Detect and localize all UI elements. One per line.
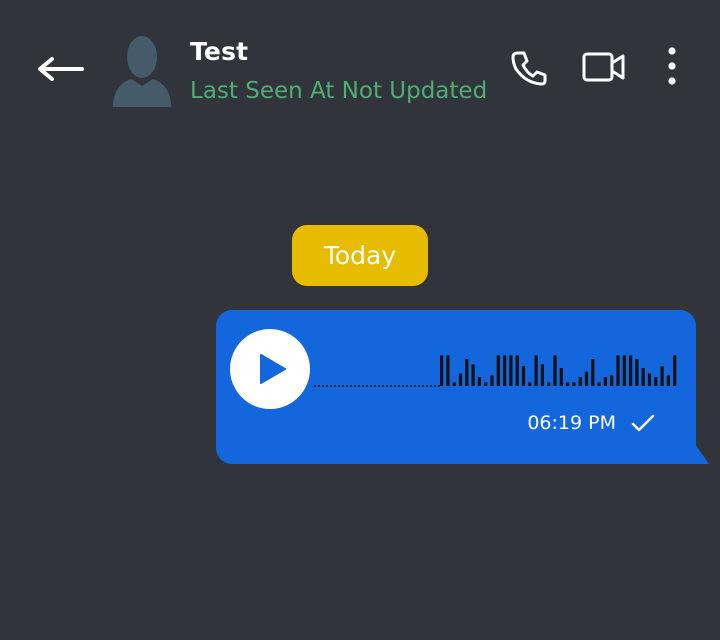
default-avatar-icon (113, 36, 171, 107)
audio-waveform[interactable] (312, 348, 684, 390)
waveform-bar (477, 377, 481, 386)
waveform-bar (484, 382, 488, 386)
waveform-bar (515, 355, 519, 386)
waveform-bar (465, 359, 469, 386)
bubble-tail (695, 444, 709, 464)
waveform-bar (534, 355, 538, 386)
date-separator: Today (292, 225, 428, 286)
waveform-bar (503, 355, 507, 386)
waveform-bar (591, 359, 595, 386)
message-meta: 06:19 PM (527, 407, 656, 439)
video-camera-icon (582, 52, 625, 82)
waveform-bar (496, 355, 500, 386)
waveform-bar (603, 377, 607, 386)
video-call-button[interactable] (581, 48, 627, 86)
more-vert-icon (668, 47, 676, 85)
waveform-bar (610, 375, 614, 386)
waveform-bar (490, 375, 494, 386)
waveform-bar (654, 377, 658, 386)
waveform-bar (597, 382, 601, 386)
waveform-bar (572, 382, 576, 386)
waveform-bar (629, 355, 633, 386)
waveform-bar (666, 375, 670, 386)
waveform-bar (540, 364, 544, 386)
voice-message-bubble[interactable]: 06:19 PM (216, 310, 696, 464)
message-time: 06:19 PM (527, 412, 616, 434)
waveform-bar (452, 382, 456, 386)
waveform-bar (553, 355, 557, 386)
waveform-bar (578, 377, 582, 386)
waveform-bar (446, 355, 450, 386)
more-options-button[interactable] (664, 45, 680, 89)
waveform-bar (616, 355, 620, 386)
waveform-bar (647, 373, 652, 386)
waveform-bar (673, 355, 677, 386)
waveform-bar (566, 382, 570, 386)
waveform-bar (521, 366, 526, 386)
waveform-bar (547, 382, 551, 386)
waveform-bar (528, 382, 532, 386)
waveform-bar (509, 355, 513, 386)
waveform-bar (471, 364, 475, 386)
play-icon (260, 354, 286, 384)
back-button[interactable] (34, 52, 84, 86)
waveform-bar (660, 366, 664, 386)
single-check-icon (631, 414, 655, 432)
last-seen-status: Last Seen At Not Updated (190, 78, 488, 104)
waveform-bar (559, 368, 563, 386)
waveform-bar (458, 373, 463, 386)
contact-name[interactable]: Test (190, 36, 248, 68)
chat-header: Test Last Seen At Not Updated (0, 0, 720, 130)
play-button[interactable] (230, 329, 310, 409)
waveform-bar (635, 359, 639, 386)
avatar[interactable] (111, 33, 173, 107)
waveform-bar (440, 355, 444, 386)
waveform-bar (584, 371, 589, 386)
back-arrow-icon (38, 57, 84, 81)
waveform-bar (641, 368, 645, 386)
phone-icon (511, 51, 547, 86)
waveform-bar (622, 355, 626, 386)
voice-call-button[interactable] (508, 47, 550, 89)
